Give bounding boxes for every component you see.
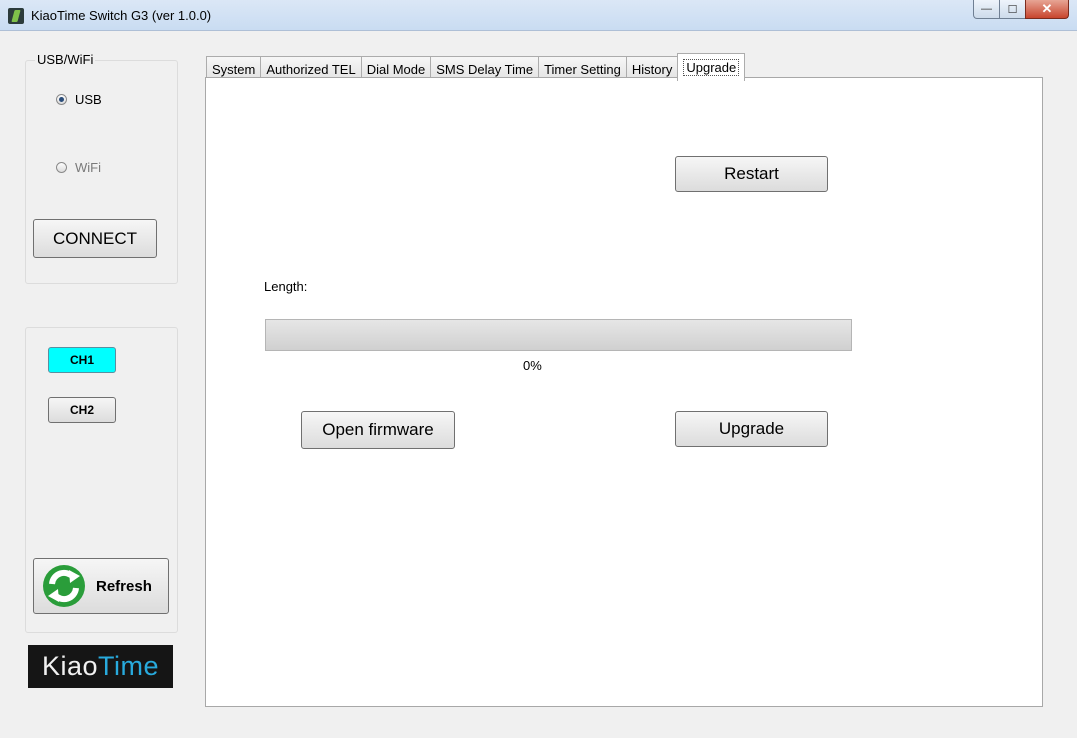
upgrade-progress-bar	[265, 319, 852, 351]
wifi-radio-label: WiFi	[75, 160, 101, 175]
radio-selected-icon	[56, 94, 67, 105]
title-bar: KiaoTime Switch G3 (ver 1.0.0) — ☐ ✕	[0, 0, 1077, 31]
upgrade-panel: Restart Length: 0% Open firmware Upgrade	[205, 77, 1043, 707]
minimize-icon: —	[981, 3, 992, 15]
connect-button[interactable]: CONNECT	[33, 219, 157, 258]
maximize-icon: ☐	[1007, 3, 1018, 16]
open-firmware-button[interactable]: Open firmware	[301, 411, 455, 449]
close-icon: ✕	[1041, 1, 1053, 16]
wifi-radio[interactable]: WiFi	[56, 160, 101, 175]
window-title: KiaoTime Switch G3 (ver 1.0.0)	[31, 8, 212, 23]
length-label: Length:	[264, 279, 308, 294]
minimize-button[interactable]: —	[973, 0, 1000, 19]
app-icon	[8, 8, 24, 24]
progress-percent: 0%	[523, 358, 542, 373]
usb-radio[interactable]: USB	[56, 92, 102, 107]
kiaotime-logo: Kiao Time	[28, 645, 173, 688]
refresh-label: Refresh	[96, 577, 152, 595]
refresh-button[interactable]: Refresh	[33, 558, 169, 614]
tab-upgrade[interactable]: Upgrade	[677, 53, 746, 81]
usb-radio-label: USB	[75, 92, 102, 107]
upgrade-button[interactable]: Upgrade	[675, 411, 828, 447]
window-controls: — ☐ ✕	[973, 0, 1069, 19]
close-button[interactable]: ✕	[1025, 0, 1069, 19]
radio-unselected-icon	[56, 162, 67, 173]
maximize-button[interactable]: ☐	[999, 0, 1026, 19]
tab-upgrade-label: Upgrade	[683, 59, 740, 76]
logo-text-time: Time	[98, 651, 160, 681]
app-window: KiaoTime Switch G3 (ver 1.0.0) — ☐ ✕ USB…	[0, 0, 1077, 738]
restart-button[interactable]: Restart	[675, 156, 828, 192]
logo-text-kiao: Kiao	[41, 651, 99, 681]
refresh-icon	[43, 565, 85, 607]
ch1-button[interactable]: CH1	[48, 347, 116, 373]
connection-group-title: USB/WiFi	[35, 52, 96, 67]
ch2-button[interactable]: CH2	[48, 397, 116, 423]
